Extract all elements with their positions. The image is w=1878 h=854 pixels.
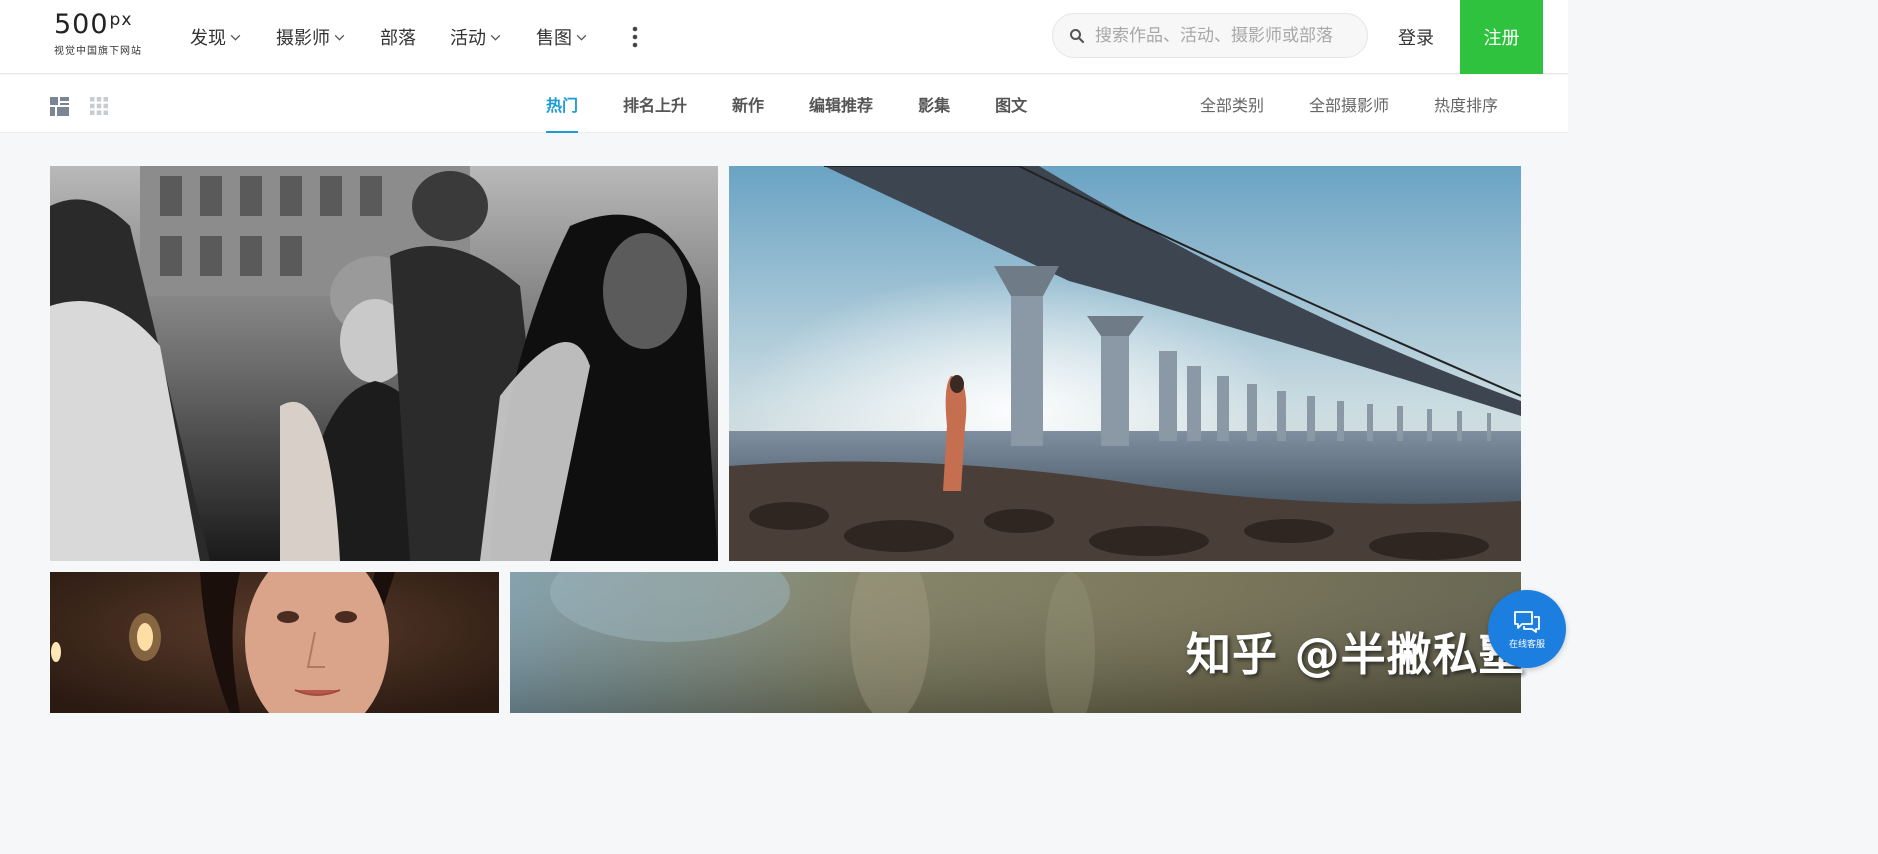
logo-mark: 500 px: [54, 9, 133, 40]
top-header: 500 px 视觉中国旗下网站 发现 摄影师 部落 活动 售图 搜索作品、活动、…: [0, 0, 1568, 74]
content-tabs: 热门 排名上升 新作 编辑推荐 影集 图文: [546, 75, 1072, 133]
online-support-button[interactable]: 在线客服: [1488, 590, 1566, 668]
chevron-down-icon: [490, 34, 501, 41]
tab-new[interactable]: 新作: [732, 75, 764, 133]
tab-editors-choice[interactable]: 编辑推荐: [809, 75, 873, 133]
tab-stories[interactable]: 图文: [995, 75, 1027, 133]
tab-rising[interactable]: 排名上升: [623, 75, 687, 133]
search-box[interactable]: [1052, 13, 1368, 58]
tab-galleries[interactable]: 影集: [918, 75, 950, 133]
photo-portrait-woman[interactable]: [50, 572, 499, 713]
chat-icon: [1514, 610, 1540, 633]
search-input[interactable]: [1095, 25, 1355, 46]
nav-item-events[interactable]: 活动: [450, 24, 502, 50]
chevron-down-icon: [576, 34, 587, 41]
more-menu-icon[interactable]: [632, 25, 638, 49]
filter-category[interactable]: 全部类别: [1200, 92, 1264, 116]
nav-item-discover[interactable]: 发现: [190, 24, 242, 50]
site-logo[interactable]: 500 px 视觉中国旗下网站: [54, 11, 160, 59]
grid-view-icon[interactable]: [90, 97, 108, 115]
tab-popular[interactable]: 热门: [546, 75, 579, 133]
chevron-down-icon: [334, 34, 345, 41]
photo-bridge-sea[interactable]: [729, 166, 1521, 561]
mosaic-view-icon[interactable]: [50, 97, 69, 116]
search-icon: [1070, 28, 1085, 43]
filter-sort[interactable]: 热度排序: [1434, 92, 1498, 116]
register-button[interactable]: 注册: [1460, 0, 1543, 74]
watermark-text: 知乎 @半撇私塾: [1186, 628, 1525, 681]
nav-item-photographers[interactable]: 摄影师: [276, 24, 346, 50]
nav-item-sell[interactable]: 售图: [536, 24, 588, 50]
filter-photographer[interactable]: 全部摄影师: [1309, 92, 1389, 116]
filter-bar: 全部类别 全部摄影师 热度排序: [1155, 75, 1498, 133]
login-link[interactable]: 登录: [1398, 0, 1434, 74]
logo-subtitle: 视觉中国旗下网站: [54, 46, 142, 57]
chevron-down-icon: [230, 34, 241, 41]
main-nav: 发现 摄影师 部落 活动 售图: [190, 0, 638, 74]
photo-street-crowd[interactable]: [50, 166, 718, 561]
nav-item-tribes[interactable]: 部落: [380, 24, 416, 50]
chat-label: 在线客服: [1508, 639, 1545, 650]
sub-nav: 热门 排名上升 新作 编辑推荐 影集 图文 全部类别 全部摄影师 热度排序: [0, 75, 1568, 133]
